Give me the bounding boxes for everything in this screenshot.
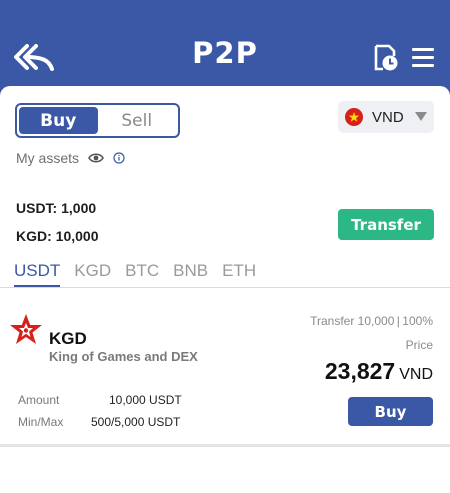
tab-usdt[interactable]: USDT [14,261,61,287]
sell-toggle-option[interactable]: Sell [98,107,177,134]
price: 23,827 VND [325,358,433,385]
double-reply-arrow-icon [14,44,54,71]
document-clock-icon [374,44,398,71]
tab-eth[interactable]: ETH [222,261,256,287]
card-divider [0,444,450,447]
price-label: Price [405,338,433,352]
price-currency: VND [399,366,433,383]
price-value: 23,827 [324,358,396,384]
transfer-button[interactable]: Transfer [338,209,434,240]
kgd-balance: KGD: 10,000 [16,228,99,244]
tab-btc[interactable]: BTC [125,261,159,287]
hamburger-menu-icon [412,48,434,67]
info-icon[interactable] [113,152,125,164]
asset-tabs: USDT KGD BTC BNB ETH [14,261,270,287]
minmax-label: Min/Max [18,415,64,429]
currency-value: VND [372,108,404,126]
my-assets-row: My assets [16,150,125,166]
history-button[interactable] [372,44,400,72]
tab-bnb[interactable]: BNB [173,261,208,287]
app-header: P2P [0,0,450,100]
kgd-logo-icon [10,314,42,344]
amount-label: Amount [18,393,60,407]
vietnam-flag-icon [345,108,363,126]
buy-button[interactable]: Buy [348,397,433,426]
token-description: King of Games and DEX [49,349,198,364]
token-name: KGD [49,329,87,348]
caret-down-icon [415,112,427,121]
buy-sell-toggle: Buy Sell [15,103,180,138]
tab-kgd[interactable]: KGD [74,261,111,287]
back-button[interactable] [14,40,56,74]
minmax-value: 500/5,000 USDT [91,415,181,429]
tabs-divider [0,287,450,288]
my-assets-label: My assets [16,150,80,166]
currency-select[interactable]: VND [338,101,434,133]
usdt-balance: USDT: 1,000 [16,200,97,216]
offer-card: KGD King of Games and DEX Transfer 10,00… [0,301,450,446]
transfer-completion: Transfer 10,000 | 100% [310,314,433,328]
menu-button[interactable] [412,48,434,68]
buy-toggle-option[interactable]: Buy [19,107,98,134]
amount-value: 10,000 USDT [109,393,182,407]
p2p-panel: Buy Sell VND My assets USDT: 1,000 KGD: … [0,86,450,493]
eye-icon[interactable] [88,152,104,164]
